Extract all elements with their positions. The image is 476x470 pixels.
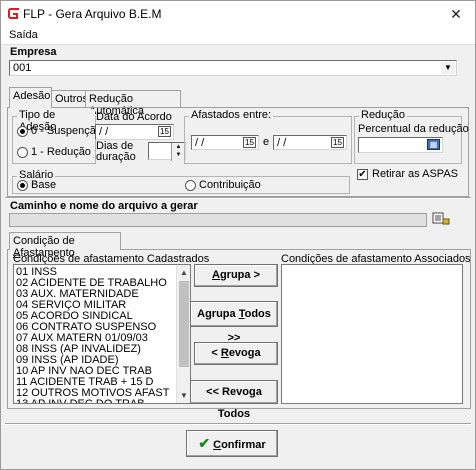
checkmark-icon: ✔	[198, 435, 211, 451]
caminho-label: Caminho e nome do arquivo a gerar	[10, 200, 198, 212]
reducao-label: Redução	[359, 109, 408, 121]
close-button[interactable]: ✕	[441, 3, 471, 25]
percentual-input[interactable]: ▦	[358, 137, 443, 153]
revoga-todos-hot: g	[248, 386, 256, 398]
group-salario: Salário Base Contribuição	[12, 169, 350, 194]
scroll-down-icon[interactable]: ▼	[177, 389, 190, 403]
group-reducao: Redução Percentual da redução ▦	[354, 109, 469, 164]
data-acordo-label: Data do Acordo	[96, 111, 172, 123]
confirmar-button[interactable]: ✔ Confirmar	[186, 430, 278, 457]
revoga-todos-button[interactable]: << Revoga Todos	[190, 380, 278, 420]
tab-adesao[interactable]: Adesão	[9, 87, 52, 108]
cadastrados-scrollbar[interactable]: ▲ ▼	[176, 265, 190, 403]
radio-contribuicao[interactable]	[185, 180, 196, 191]
calendar-icon[interactable]: 15	[331, 137, 344, 148]
agrupa-rest: grupa >	[219, 269, 260, 281]
window-title: FLP - Gera Arquivo B.E.M	[23, 7, 162, 21]
radio-reducao[interactable]	[17, 147, 28, 158]
retirar-aspas-label: Retirar as ASPAS	[372, 168, 458, 180]
divider	[5, 423, 471, 425]
app-logo-icon	[8, 8, 19, 19]
empresa-label: Empresa	[10, 46, 57, 58]
revoga-pre: <	[211, 347, 221, 359]
browse-folder-button[interactable]	[431, 210, 453, 228]
cadastrados-list[interactable]: 01 INSS 02 ACIDENTE DE TRABALHO 03 AUX. MA…	[13, 264, 191, 404]
agrupa-hot: A	[212, 269, 220, 281]
tab-reducao-automatica[interactable]: Redução Automática	[85, 90, 181, 117]
radio-suspensao[interactable]	[17, 126, 28, 137]
tab-outros[interactable]: Outros	[51, 90, 88, 108]
afastados-to-value: / /	[277, 137, 287, 149]
dias-label-line2: duração	[96, 151, 136, 163]
calculator-icon[interactable]: ▦	[427, 139, 440, 150]
divider	[5, 197, 471, 199]
data-acordo-value: / /	[99, 126, 109, 138]
group-afastados: Afastados entre: / / 15 e / / 15	[184, 109, 352, 164]
associados-list[interactable]	[281, 264, 463, 404]
agrupa-todos-pre: Agrupa	[197, 308, 239, 320]
tab-condicao-afastamento[interactable]: Condição de Afastamento	[9, 232, 121, 259]
revoga-rest: evoga	[228, 347, 261, 359]
data-acordo-input[interactable]: / / 15	[95, 124, 174, 140]
spin-buttons[interactable]: ▲ ▼	[171, 143, 185, 161]
calendar-icon[interactable]: 15	[243, 137, 256, 148]
group-tipo-adesao: Tipo de Adesão 0 - Suspenção 1 - Redução	[12, 109, 102, 164]
radio-base[interactable]	[17, 180, 28, 191]
confirmar-rest: onfirmar	[221, 439, 266, 451]
radio-base-label: Base	[31, 179, 57, 191]
empresa-select[interactable]: 001 ▼	[9, 60, 457, 76]
agrupa-todos-button[interactable]: Agrupa Todos >>	[190, 301, 278, 344]
folder-icon	[432, 212, 450, 225]
chevron-down-icon[interactable]: ▼	[441, 62, 455, 74]
afastados-label: Afastados entre:	[189, 109, 274, 121]
radio-reducao-label: 1 - Redução	[31, 146, 91, 158]
scroll-up-icon[interactable]: ▲	[177, 266, 190, 280]
title-bar: FLP - Gera Arquivo B.E.M ✕	[1, 1, 475, 27]
revoga-button[interactable]: < Revoga	[194, 342, 278, 365]
empresa-value: 001	[13, 62, 32, 74]
afastados-to-input[interactable]: / / 15	[273, 135, 347, 150]
afastados-sep: e	[263, 136, 270, 148]
menu-bar: Saída	[1, 27, 475, 45]
caminho-input[interactable]	[9, 213, 427, 227]
tab-panel-condicao: Condições de afastamento Cadastrados 01 …	[7, 249, 471, 420]
menu-saida[interactable]: Saída	[9, 29, 38, 41]
afastados-from-value: / /	[195, 137, 205, 149]
agrupa-button[interactable]: Agrupa >	[194, 264, 278, 287]
radio-suspensao-label: 0 - Suspenção	[31, 125, 102, 137]
tab-condicao-post: fastamento	[20, 247, 75, 259]
calendar-icon[interactable]: 15	[158, 126, 171, 137]
percentual-label: Percentual da redução	[358, 123, 469, 135]
tab-panel-adesao: Tipo de Adesão 0 - Suspenção 1 - Redução…	[7, 107, 469, 197]
main-window: FLP - Gera Arquivo B.E.M ✕ Saída Empresa…	[0, 0, 476, 470]
confirmar-hot: C	[213, 439, 222, 451]
radio-contribuicao-label: Contribuição	[199, 179, 261, 191]
dias-duracao-stepper[interactable]: ▲ ▼	[148, 142, 186, 161]
revoga-todos-pre: << Revo	[206, 386, 249, 398]
list-item[interactable]: 13 AP INV DEC DO TRAB	[14, 399, 190, 404]
afastados-from-input[interactable]: / / 15	[191, 135, 259, 150]
revoga-hot: R	[220, 347, 229, 359]
retirar-aspas-checkbox[interactable]: ✔	[357, 169, 368, 180]
scroll-thumb[interactable]	[179, 281, 189, 367]
tab-condicao-pre: Condição de	[13, 235, 75, 247]
